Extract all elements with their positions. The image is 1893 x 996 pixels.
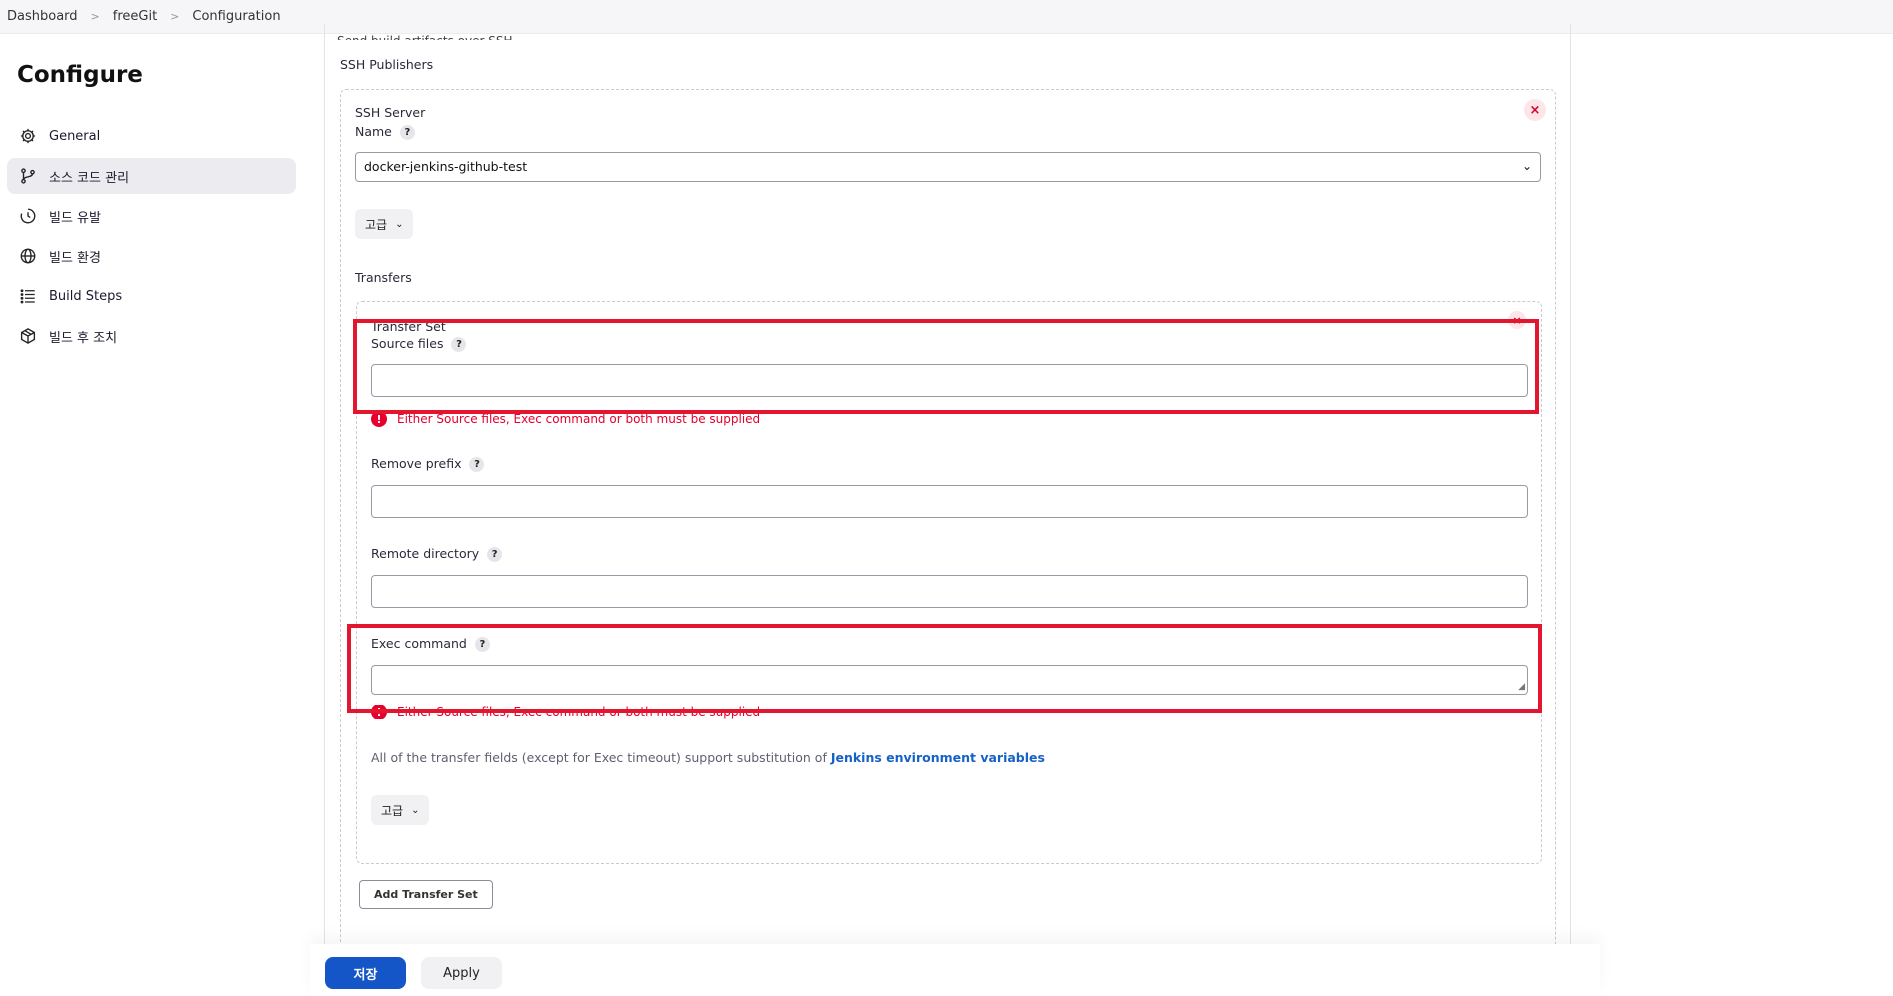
jenkins-env-vars-link[interactable]: Jenkins environment variables — [831, 750, 1045, 765]
highlight-exec-command — [347, 624, 1542, 713]
chevron-right-icon: > — [90, 10, 100, 23]
sidebar-nav: General 소스 코드 관리 빌드 유발 빌드 환경 Build Steps — [7, 118, 296, 358]
sidebar-item-label: 빌드 유발 — [49, 210, 101, 226]
highlight-source-files — [353, 319, 1539, 414]
config-main: Send build artifacts over SSH SSH Publis… — [324, 24, 1574, 989]
sidebar-item-build-steps[interactable]: Build Steps — [7, 278, 296, 314]
package-icon — [19, 327, 37, 345]
substitution-note: All of the transfer fields (except for E… — [371, 750, 1045, 765]
chevron-right-icon: > — [170, 10, 180, 23]
sidebar-item-label: General — [49, 128, 101, 144]
breadcrumb-configuration[interactable]: Configuration — [192, 9, 280, 24]
sidebar: Configure General 소스 코드 관리 빌드 유발 빌드 환경 B… — [0, 34, 310, 934]
breadcrumb-project[interactable]: freeGit — [113, 9, 157, 24]
sidebar-item-label: 빌드 환경 — [49, 250, 101, 266]
close-icon: × — [1529, 102, 1541, 118]
cut-off-section-title: Send build artifacts over SSH — [337, 34, 512, 40]
name-label: Name? — [355, 124, 415, 140]
sidebar-item-scm[interactable]: 소스 코드 관리 — [7, 158, 296, 194]
page-title: Configure — [17, 62, 143, 88]
sidebar-item-triggers[interactable]: 빌드 유발 — [7, 198, 296, 234]
branch-icon — [19, 167, 37, 185]
remove-prefix-input[interactable] — [371, 485, 1528, 518]
gear-icon — [19, 127, 37, 145]
sidebar-item-label: 소스 코드 관리 — [49, 170, 130, 186]
sidebar-item-environment[interactable]: 빌드 환경 — [7, 238, 296, 274]
sidebar-item-post-build[interactable]: 빌드 후 조치 — [7, 318, 296, 354]
clock-icon — [19, 207, 37, 225]
remote-directory-input[interactable] — [371, 575, 1528, 608]
chevron-down-icon: ⌄ — [411, 804, 420, 816]
transfer-advanced-button[interactable]: 고급 ⌄ — [371, 795, 430, 825]
sidebar-item-label: 빌드 후 조치 — [49, 330, 118, 346]
ssh-publishers-label: SSH Publishers — [340, 57, 434, 72]
add-transfer-set-button[interactable]: Add Transfer Set — [359, 880, 493, 909]
transfers-label: Transfers — [355, 270, 412, 285]
action-bar: 저장 Apply — [310, 944, 1600, 996]
help-icon[interactable]: ? — [469, 457, 485, 472]
globe-icon — [19, 247, 37, 265]
remove-ssh-server-button[interactable]: × — [1524, 99, 1546, 121]
ssh-server-select[interactable]: docker-jenkins-github-test ⌄ — [355, 152, 1541, 182]
help-icon[interactable]: ? — [487, 547, 503, 562]
ssh-server-select-value: docker-jenkins-github-test — [364, 159, 528, 174]
help-icon[interactable]: ? — [399, 125, 415, 140]
advanced-button[interactable]: 고급 ⌄ — [355, 209, 414, 239]
save-button[interactable]: 저장 — [325, 957, 406, 989]
advanced-label: 고급 — [365, 217, 388, 232]
advanced-label: 고급 — [381, 803, 404, 818]
list-icon — [19, 287, 37, 305]
chevron-down-icon: ⌄ — [1521, 159, 1532, 173]
remove-prefix-label: Remove prefix? — [371, 456, 485, 472]
breadcrumb-dashboard[interactable]: Dashboard — [7, 9, 78, 24]
sidebar-item-general[interactable]: General — [7, 118, 296, 154]
ssh-server-label: SSH Server — [355, 105, 426, 120]
remote-directory-label: Remote directory? — [371, 546, 503, 562]
sidebar-item-label: Build Steps — [49, 288, 123, 304]
apply-button[interactable]: Apply — [421, 957, 502, 989]
chevron-down-icon: ⌄ — [395, 218, 404, 230]
